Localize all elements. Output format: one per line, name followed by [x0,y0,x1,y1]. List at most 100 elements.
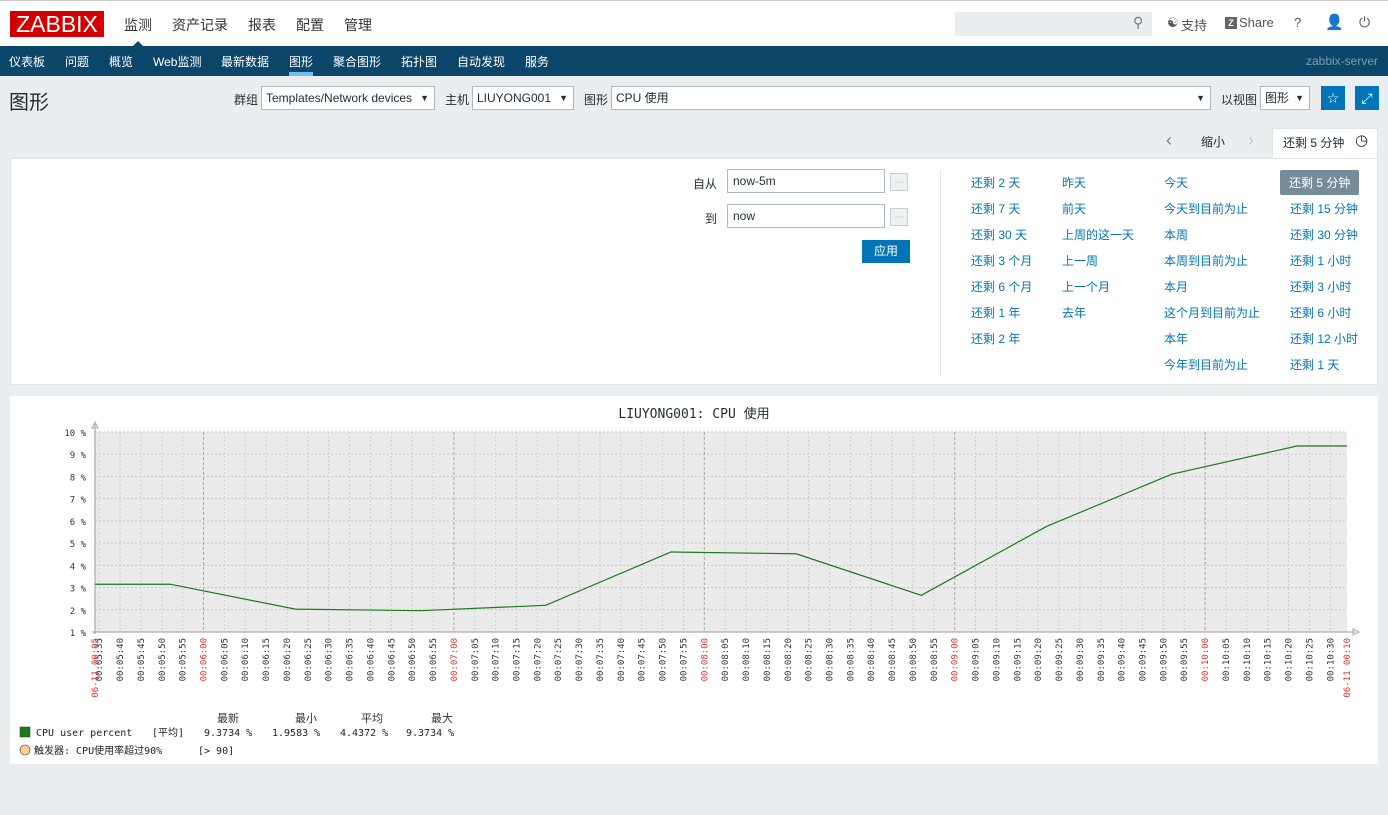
x-tick-label: 00:09:55 [1180,638,1190,681]
search-icon[interactable]: ⚲ [1133,14,1143,31]
nav-dashboard[interactable]: 仪表板 [9,53,45,70]
quick-range-link[interactable]: 本月 [1164,278,1188,295]
nav-web[interactable]: Web监测 [153,53,201,70]
x-tick-label: 00:06:25 [304,638,314,681]
dropdown-arrow-icon: ▼ [559,93,568,103]
nav-graphs[interactable]: 图形 [289,53,313,70]
time-filter-panel: 自从 now-5m ⋯ 到 now ⋯ [10,158,1378,385]
quick-range-link[interactable]: 今天 [1164,174,1188,191]
nav-services[interactable]: 服务 [525,53,549,70]
y-tick-label: 9 % [70,451,87,461]
x-tick-label: 00:09:15 [1013,638,1023,681]
plot-area [95,432,1347,632]
quick-range-link[interactable]: 本周 [1164,226,1188,243]
apply-button[interactable]: 应用 [862,240,910,263]
nav-screens[interactable]: 聚合图形 [333,53,381,70]
support-link[interactable]: 支持 [1181,15,1207,34]
x-start-label: 06-11 00:05 [91,638,101,698]
fullscreen-button[interactable]: ⤢ [1355,86,1379,110]
help-icon[interactable]: ? [1294,15,1301,30]
quick-range-link[interactable]: 上一个月 [1062,278,1110,295]
quick-range-link[interactable]: 还剩 1 小时 [1290,252,1351,269]
y-tick-label: 10 % [64,429,86,439]
quick-range-link[interactable]: 还剩 2 天 [971,174,1020,191]
quick-range-link[interactable]: 还剩 12 小时 [1290,330,1358,347]
x-tick-label: 00:06:15 [262,638,272,681]
nav-latest-data[interactable]: 最新数据 [221,53,269,70]
quick-range-link[interactable]: 还剩 30 分钟 [1290,226,1358,243]
quick-range-link[interactable]: 还剩 2 年 [971,330,1020,347]
nav-problems[interactable]: 问题 [65,53,89,70]
to-input[interactable]: now [727,204,885,228]
quick-range-link[interactable]: 昨天 [1062,174,1086,191]
quick-range-link[interactable]: 今年到目前为止 [1164,356,1248,373]
x-tick-label: 00:08:45 [888,638,898,681]
x-end-label: 06-11 00:10 [1343,638,1353,698]
host-select[interactable]: LIUYONG001 ▼ [472,86,574,110]
quick-range-link[interactable]: 前天 [1062,200,1086,217]
nav-discovery[interactable]: 自动发现 [457,53,505,70]
calendar-icon[interactable]: ⋯ [890,208,908,226]
search-input[interactable] [955,12,1152,36]
x-tick-label: 00:07:20 [533,638,543,681]
x-tick-label: 00:07:45 [638,638,648,681]
quick-range-link[interactable]: 还剩 1 年 [971,304,1020,321]
x-tick-label: 00:06:10 [241,638,251,681]
next-period-chevron-icon[interactable]: › [1248,130,1254,151]
view-select[interactable]: 图形 ▼ [1260,86,1310,110]
quick-range-link[interactable]: 本周到目前为止 [1164,252,1248,269]
quick-range-link[interactable]: 还剩 6 小时 [1290,304,1351,321]
x-tick-label: 00:06:45 [387,638,397,681]
x-tick-label: 00:06:05 [220,638,230,681]
x-tick-label: 00:05:40 [116,638,126,681]
quick-range-link[interactable]: 还剩 5 分钟 [1280,170,1360,195]
sign-out-icon[interactable]: ⏻ [1359,14,1370,31]
x-tick-label: 00:07:50 [659,638,669,681]
x-tick-label: 00:05:50 [158,638,168,681]
quick-range-link[interactable]: 这个月到目前为止 [1164,304,1260,321]
nav-maps[interactable]: 拓扑图 [401,53,437,70]
calendar-icon[interactable]: ⋯ [890,173,908,191]
quick-range-link[interactable]: 还剩 6 个月 [971,278,1032,295]
quick-range-link[interactable]: 还剩 3 小时 [1290,278,1351,295]
user-profile-icon[interactable]: 👤 [1325,13,1344,31]
quick-range-link[interactable]: 还剩 7 天 [971,200,1020,217]
x-tick-label: 00:10:30 [1326,638,1336,681]
from-input[interactable]: now-5m [727,169,885,193]
legend-header: 最大 [431,711,453,725]
headset-icon: ☯ [1167,15,1179,30]
nav-overview[interactable]: 概览 [109,53,133,70]
quick-range-link[interactable]: 还剩 3 个月 [971,252,1032,269]
favorite-star-button[interactable]: ☆ [1321,86,1345,110]
group-select[interactable]: Templates/Network devices ▼ [261,86,435,110]
menu-configuration[interactable]: 配置 [296,15,324,35]
quick-range-link[interactable]: 还剩 30 天 [971,226,1027,243]
quick-range-link[interactable]: 上周的这一天 [1062,226,1134,243]
menu-inventory[interactable]: 资产记录 [172,15,228,35]
menu-monitoring[interactable]: 监测 [124,15,152,35]
host-value: LIUYONG001 [477,91,552,105]
x-tick-label: 00:06:50 [408,638,418,681]
menu-administration[interactable]: 管理 [344,15,372,35]
from-label: 自从 [693,177,718,191]
graph-select[interactable]: CPU 使用 ▼ [611,86,1211,110]
quick-range-link[interactable]: 今天到目前为止 [1164,200,1248,217]
prev-period-chevron-icon[interactable]: ‹ [1166,130,1172,151]
zoom-out-button[interactable]: 缩小 [1201,133,1225,150]
quick-range-link[interactable]: 本年 [1164,330,1188,347]
quick-range-link[interactable]: 还剩 15 分钟 [1290,200,1358,217]
quick-range-link[interactable]: 上一周 [1062,252,1098,269]
menu-reports[interactable]: 报表 [248,15,276,35]
share-link[interactable]: Share [1239,15,1274,30]
quick-range-link[interactable]: 还剩 1 天 [1290,356,1339,373]
divider [940,170,941,375]
x-tick-label: 00:10:15 [1264,638,1274,681]
zabbix-logo[interactable]: ZABBIX [10,11,104,37]
x-tick-label: 00:07:55 [679,638,689,681]
dropdown-arrow-icon: ▼ [420,93,429,103]
x-tick-label: 00:05:55 [179,638,189,681]
quick-range-link[interactable]: 去年 [1062,304,1086,321]
chart-title: LIUYONG001: CPU 使用 [618,406,769,422]
time-filter-tab[interactable]: 还剩 5 分钟 ◷ [1272,128,1378,160]
graph-value: CPU 使用 [616,91,669,105]
